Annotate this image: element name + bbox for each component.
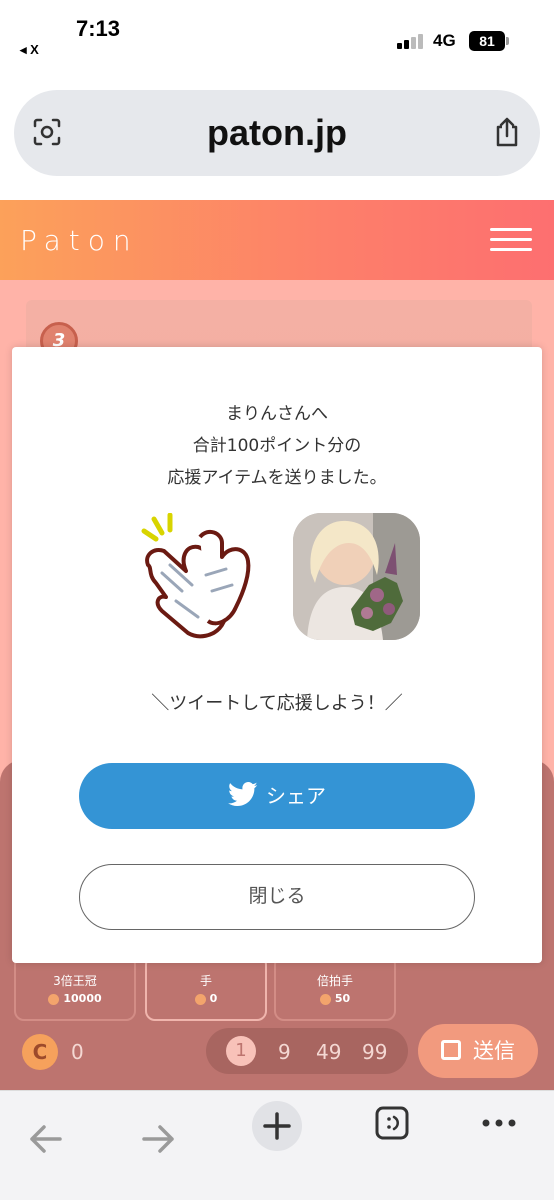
item-name: 倍拍手 (316, 974, 353, 988)
paton-logo[interactable]: Paton (20, 224, 139, 257)
address-bar[interactable]: paton.jp (14, 90, 540, 176)
modal-recipient: まりんさんへ (226, 404, 328, 424)
tabs-icon[interactable] (374, 1105, 410, 1141)
coin-balance: 0 (71, 1040, 84, 1064)
url-text[interactable]: paton.jp (14, 112, 540, 154)
item-price: 10000 (16, 992, 134, 1005)
item-price: 50 (276, 992, 394, 1005)
gift-icon (441, 1040, 461, 1060)
browser-toolbar (0, 1090, 554, 1200)
status-bar: 7:13 ◂ X 4G 81 (0, 0, 554, 80)
quantity-option[interactable]: 99 (362, 1040, 387, 1064)
item-card[interactable]: 倍拍手 50 (274, 955, 396, 1021)
coin-icon (48, 993, 60, 1005)
twitter-bird-icon (228, 782, 258, 806)
item-card[interactable]: 3倍王冠 10000 (14, 955, 136, 1021)
coin-icon (319, 993, 331, 1005)
modal-sent-message: 応援アイテムを送りました。 (167, 468, 387, 488)
item-name: 手 (199, 974, 212, 988)
quantity-option-selected[interactable]: 1 (226, 1036, 256, 1066)
app-header: Paton (0, 200, 554, 280)
item-price: 0 (147, 992, 265, 1005)
new-tab-icon[interactable] (250, 1099, 304, 1153)
status-time: 7:13 (76, 16, 121, 41)
back-arrow-icon[interactable] (26, 1109, 64, 1169)
menu-icon[interactable] (490, 228, 532, 252)
clapping-hands-icon (141, 513, 251, 639)
coin-icon: C (22, 1034, 58, 1070)
battery-tip (506, 37, 509, 45)
confirmation-modal: まりんさんへ 合計100ポイント分の 応援アイテムを送りました。 ＼ツイートして… (12, 347, 542, 963)
share-icon[interactable] (492, 116, 522, 148)
quantity-option[interactable]: 9 (278, 1040, 291, 1064)
item-card[interactable]: 手 0 (145, 955, 267, 1021)
modal-points: 合計100ポイント分の (192, 436, 362, 456)
quantity-option[interactable]: 49 (316, 1040, 341, 1064)
twitter-share-button[interactable]: シェア (79, 763, 475, 829)
close-button[interactable]: 閉じる (79, 864, 475, 930)
coin-icon (194, 993, 206, 1005)
send-button[interactable]: 送信 (418, 1024, 538, 1078)
more-options-icon[interactable] (480, 1113, 518, 1133)
forward-arrow-icon[interactable] (140, 1109, 178, 1169)
back-to-app-link[interactable]: ◂ X (20, 42, 39, 58)
signal-icon (397, 33, 425, 49)
tweet-prompt: ＼ツイートして応援しよう！／ (151, 693, 403, 714)
performer-avatar (293, 513, 420, 640)
network-type: 4G (433, 31, 456, 50)
battery-icon: 81 (469, 31, 505, 51)
item-name: 3倍王冠 (53, 974, 97, 988)
